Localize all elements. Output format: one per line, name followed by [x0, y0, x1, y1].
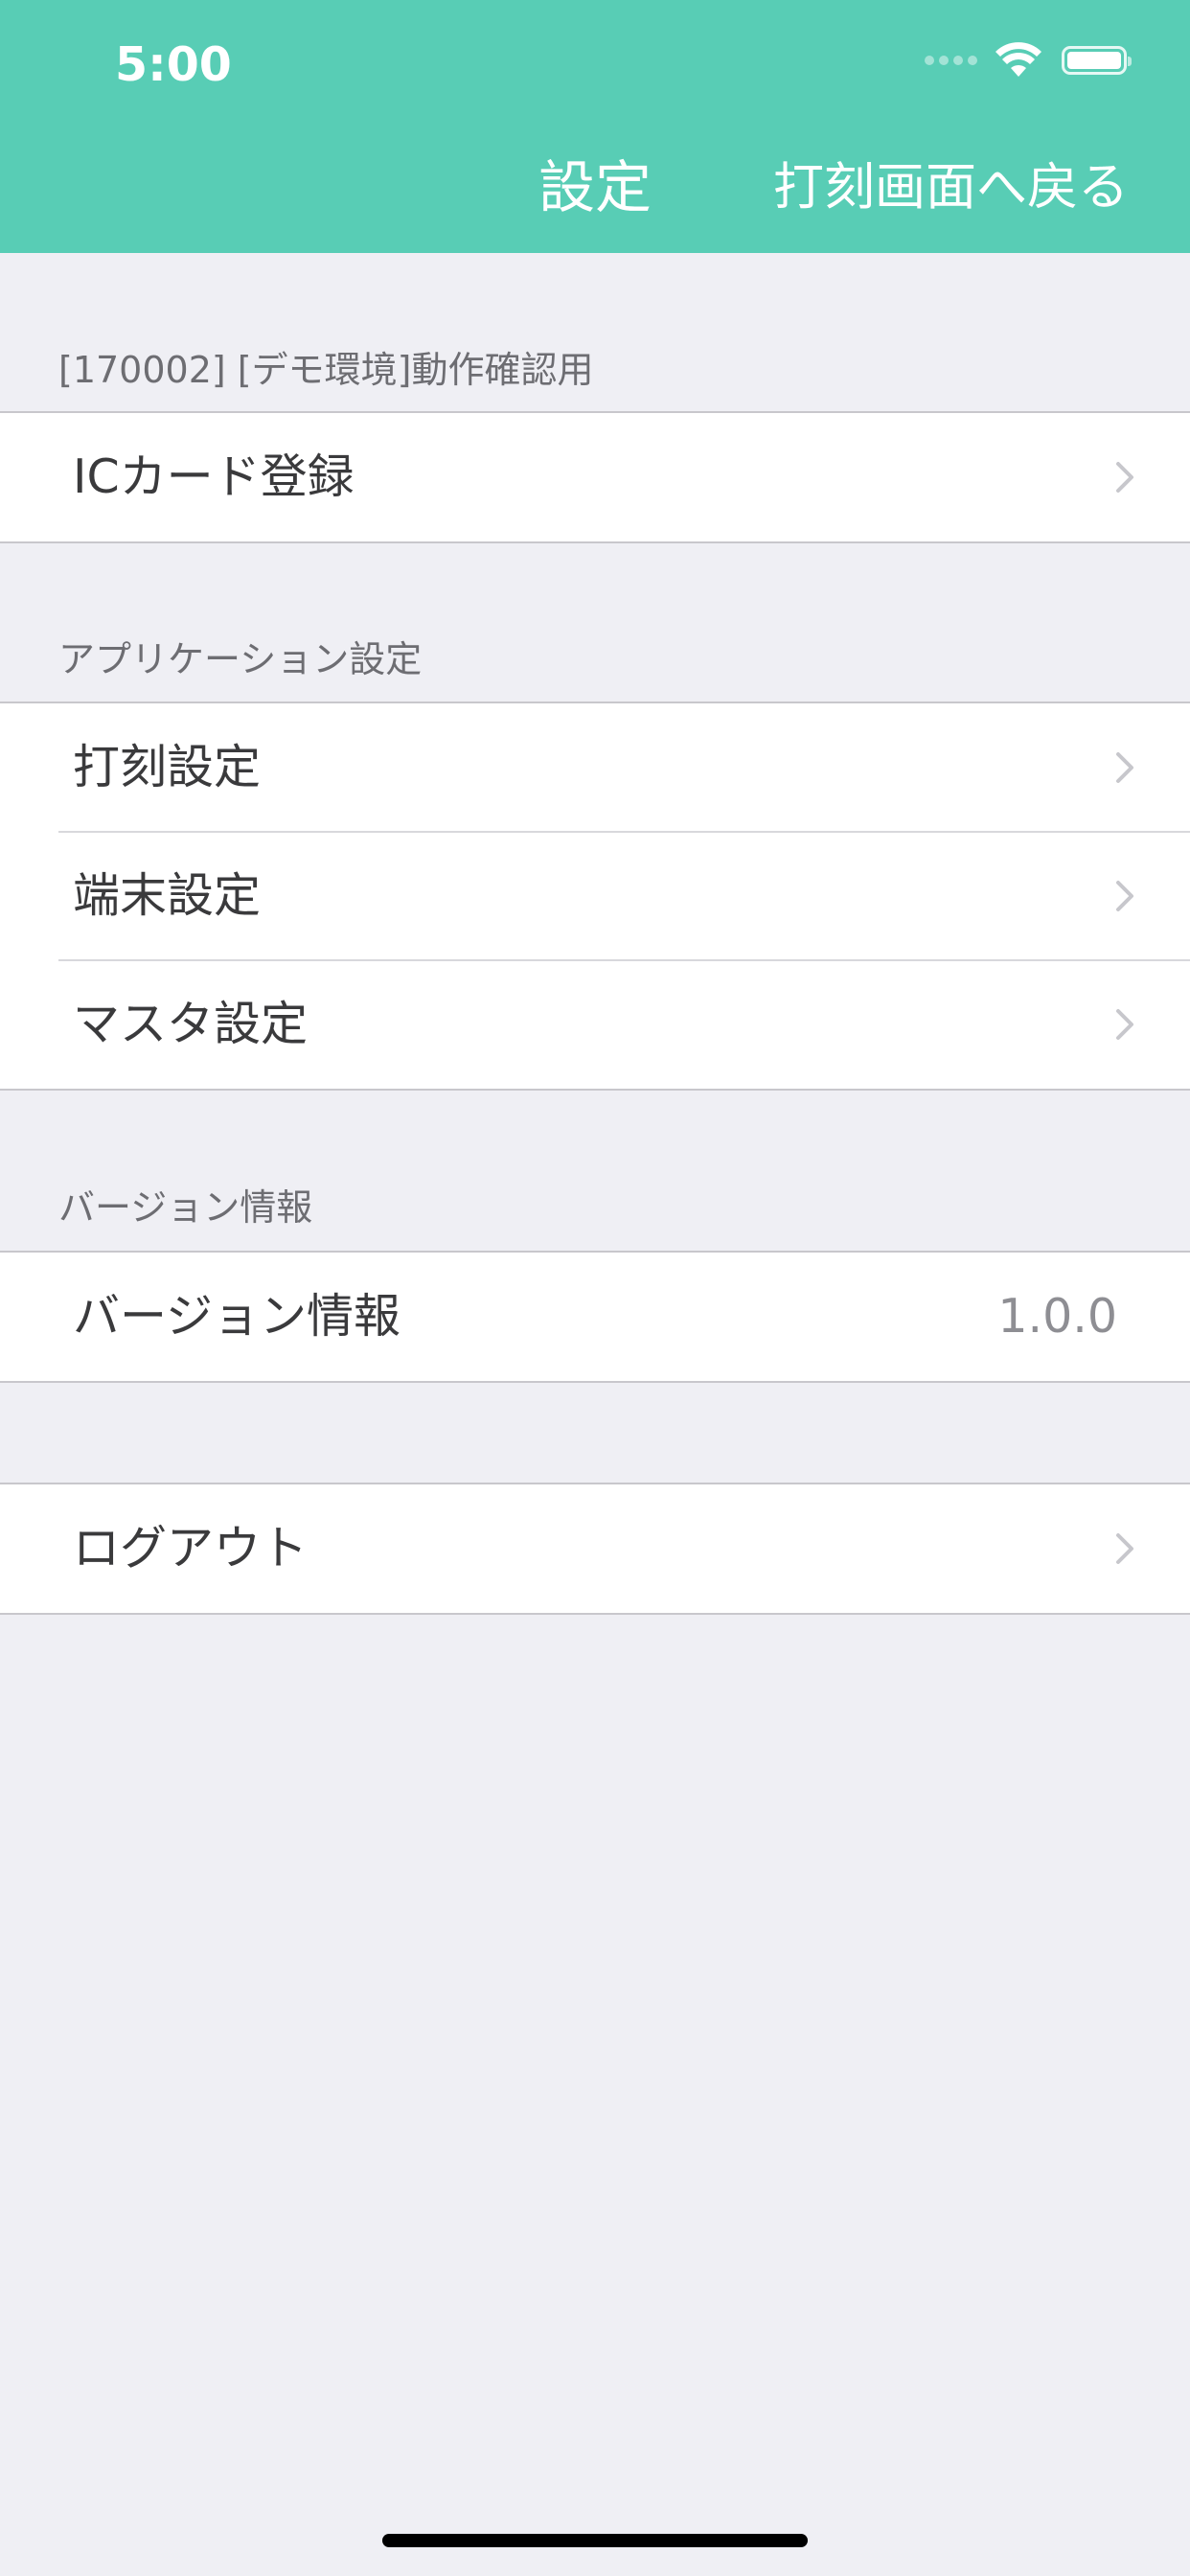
- version-value: 1.0.0: [997, 1289, 1117, 1344]
- group-logout: ログアウト: [0, 1483, 1190, 1615]
- section-header-company: [170002] [デモ環境]動作確認用: [58, 349, 594, 391]
- logout-row[interactable]: ログアウト: [0, 1484, 1190, 1613]
- chevron-right-icon: [1116, 752, 1133, 783]
- group-app-settings: 打刻設定 端末設定 マスタ設定: [0, 702, 1190, 1091]
- wifi-icon: [995, 42, 1041, 77]
- chevron-right-icon: [1116, 1009, 1133, 1040]
- version-info-row: バージョン情報 1.0.0: [0, 1253, 1190, 1381]
- section-header-app-settings: アプリケーション設定: [58, 638, 423, 680]
- battery-icon: [1062, 46, 1132, 75]
- row-label: 打刻設定: [73, 740, 262, 794]
- cellular-signal-icon: [925, 56, 977, 65]
- navigation-header: 5:00 設定 打刻画面へ戻る: [0, 0, 1190, 253]
- status-indicators: [925, 42, 1132, 79]
- row-label: ログアウト: [73, 1521, 309, 1576]
- device-settings-row[interactable]: 端末設定: [0, 831, 1190, 960]
- group-version: バージョン情報 1.0.0: [0, 1251, 1190, 1383]
- back-to-punch-button[interactable]: 打刻画面へ戻る: [773, 153, 1129, 222]
- punch-settings-row[interactable]: 打刻設定: [0, 703, 1190, 832]
- page-title: 設定: [538, 154, 652, 220]
- group-company: ICカード登録: [0, 411, 1190, 543]
- master-settings-row[interactable]: マスタ設定: [0, 959, 1190, 1089]
- row-label: バージョン情報: [73, 1289, 401, 1344]
- home-indicator[interactable]: [382, 2534, 808, 2547]
- row-label: 端末設定: [73, 868, 262, 923]
- chevron-right-icon: [1116, 462, 1133, 493]
- row-label: マスタ設定: [73, 997, 309, 1051]
- chevron-right-icon: [1116, 881, 1133, 911]
- section-header-version: バージョン情報: [58, 1186, 313, 1229]
- chevron-right-icon: [1116, 1533, 1133, 1564]
- status-time: 5:00: [115, 37, 232, 92]
- ic-card-registration-row[interactable]: ICカード登録: [0, 413, 1190, 541]
- row-label: ICカード登録: [73, 449, 355, 504]
